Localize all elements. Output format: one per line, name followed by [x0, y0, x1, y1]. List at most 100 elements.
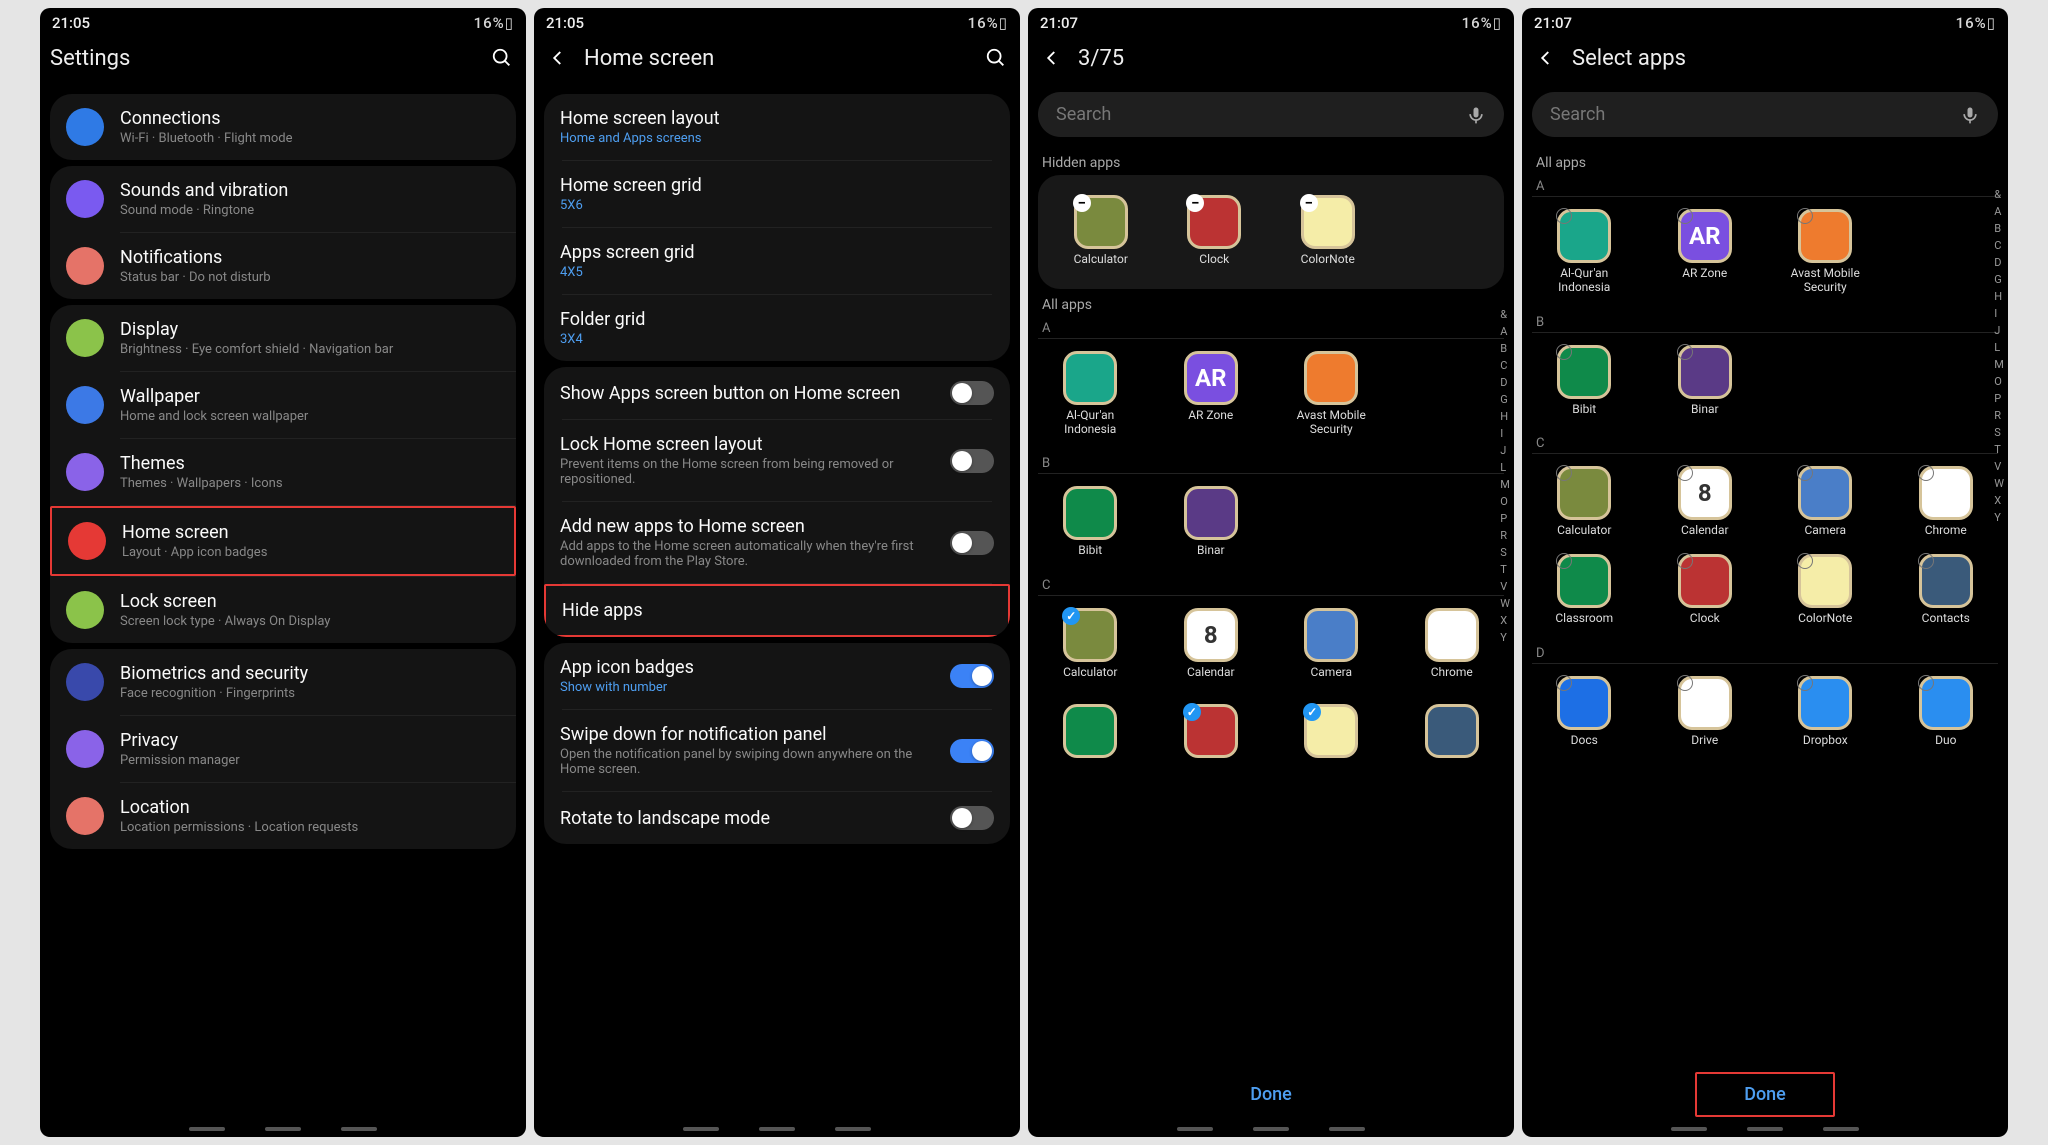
app-camera[interactable]: Camera — [1273, 602, 1390, 686]
app-docs[interactable]: Docs — [1526, 670, 1643, 754]
settings-row-sounds-and-vibration[interactable]: Sounds and vibration Sound mode · Ringto… — [50, 166, 516, 232]
app-colornote[interactable]: − ColorNote — [1273, 189, 1383, 273]
select-circle[interactable] — [1556, 465, 1572, 481]
select-circle[interactable] — [1556, 208, 1572, 224]
back-button[interactable] — [1532, 44, 1560, 72]
select-circle[interactable] — [1677, 208, 1693, 224]
hide-apps-body[interactable]: Hidden apps− Calculator− Clock− ColorNot… — [1028, 147, 1514, 1068]
app-avast-mobile-security[interactable]: Avast Mobile Security — [1273, 345, 1390, 443]
index-letter[interactable]: D — [1500, 376, 1510, 389]
index-letter[interactable]: X — [1500, 614, 1510, 627]
app-duo[interactable]: Duo — [1888, 670, 2005, 754]
index-letter[interactable]: T — [1500, 563, 1510, 576]
index-letter[interactable]: S — [1994, 426, 2004, 439]
index-letter[interactable]: M — [1500, 478, 1510, 491]
index-letter[interactable]: R — [1500, 529, 1510, 542]
app-clock[interactable]: Clock — [1647, 548, 1764, 632]
home-row-apps-screen-grid[interactable]: Apps screen grid4X5 — [544, 228, 1010, 294]
index-letter[interactable]: P — [1994, 392, 2004, 405]
home-row-hide-apps[interactable]: Hide apps — [544, 584, 1010, 637]
app-drive[interactable]: Drive — [1647, 670, 1764, 754]
select-circle[interactable] — [1797, 465, 1813, 481]
back-button[interactable] — [544, 44, 572, 72]
app-colornote[interactable]: ColorNote — [1767, 548, 1884, 632]
index-letter[interactable]: S — [1500, 546, 1510, 559]
settings-row-wallpaper[interactable]: Wallpaper Home and lock screen wallpaper — [50, 372, 516, 438]
index-letter[interactable]: C — [1994, 239, 2004, 252]
app-calendar[interactable]: 8 Calendar — [1647, 460, 1764, 544]
index-letter[interactable]: G — [1994, 273, 2004, 286]
app-classroom[interactable]: Classroom — [1526, 548, 1643, 632]
settings-row-home-screen[interactable]: Home screen Layout · App icon badges — [50, 506, 516, 576]
select-circle[interactable] — [1918, 675, 1934, 691]
index-letter[interactable]: A — [1500, 325, 1510, 338]
mic-icon[interactable] — [1960, 105, 1980, 125]
home-row-lock-home-screen-layout[interactable]: Lock Home screen layoutPrevent items on … — [544, 420, 1010, 501]
app-clock[interactable]: − Clock — [1160, 189, 1270, 273]
select-circle[interactable] — [1677, 344, 1693, 360]
app-item[interactable]: ✓ — [1273, 698, 1390, 768]
index-letter[interactable]: H — [1994, 290, 2004, 303]
select-circle[interactable] — [1918, 465, 1934, 481]
index-letter[interactable]: L — [1994, 341, 2004, 354]
settings-row-connections[interactable]: Connections Wi-Fi · Bluetooth · Flight m… — [50, 94, 516, 160]
app-al-qur-an-indonesia[interactable]: Al-Qur'an Indonesia — [1526, 203, 1643, 301]
home-row-home-screen-layout[interactable]: Home screen layoutHome and Apps screens — [544, 94, 1010, 160]
search-icon[interactable] — [982, 44, 1010, 72]
index-letter[interactable]: B — [1500, 342, 1510, 355]
search-icon[interactable] — [488, 44, 516, 72]
app-item[interactable] — [1032, 698, 1149, 768]
app-dropbox[interactable]: Dropbox — [1767, 670, 1884, 754]
toggle[interactable] — [950, 449, 994, 473]
settings-row-biometrics-and-security[interactable]: Biometrics and security Face recognition… — [50, 649, 516, 715]
home-row-app-icon-badges[interactable]: App icon badgesShow with number — [544, 643, 1010, 709]
index-letter[interactable]: V — [1994, 460, 2004, 473]
app-calculator[interactable]: − Calculator — [1046, 189, 1156, 273]
alpha-index[interactable]: &ABCDGHIJLMOPRSTVWXY — [1500, 308, 1510, 644]
index-letter[interactable]: J — [1500, 444, 1510, 457]
select-circle[interactable] — [1556, 553, 1572, 569]
select-circle[interactable] — [1556, 675, 1572, 691]
done-button[interactable]: Done — [1028, 1068, 1514, 1123]
index-letter[interactable]: V — [1500, 580, 1510, 593]
search-input[interactable]: Search — [1038, 92, 1504, 137]
index-letter[interactable]: I — [1500, 427, 1510, 440]
settings-row-display[interactable]: Display Brightness · Eye comfort shield … — [50, 305, 516, 371]
app-bibit[interactable]: Bibit — [1526, 339, 1643, 423]
done-button[interactable]: Done — [1697, 1074, 1833, 1115]
settings-row-privacy[interactable]: Privacy Permission manager — [50, 716, 516, 782]
settings-row-notifications[interactable]: Notifications Status bar · Do not distur… — [50, 233, 516, 299]
home-row-swipe-down-for-notification-panel[interactable]: Swipe down for notification panelOpen th… — [544, 710, 1010, 791]
index-letter[interactable]: M — [1994, 358, 2004, 371]
app-ar-zone[interactable]: AR AR Zone — [1153, 345, 1270, 443]
app-chrome[interactable]: Chrome — [1394, 602, 1511, 686]
index-letter[interactable]: D — [1994, 256, 2004, 269]
back-button[interactable] — [1038, 44, 1066, 72]
app-item[interactable] — [1394, 698, 1511, 768]
index-letter[interactable]: G — [1500, 393, 1510, 406]
toggle[interactable] — [950, 531, 994, 555]
select-apps-body[interactable]: All appsA Al-Qur'an IndonesiaAR AR Zone … — [1522, 147, 2008, 1064]
home-row-add-new-apps-to-home-screen[interactable]: Add new apps to Home screenAdd apps to t… — [544, 502, 1010, 583]
index-letter[interactable]: J — [1994, 324, 2004, 337]
index-letter[interactable]: Y — [1994, 511, 2004, 524]
app-calculator[interactable]: ✓ Calculator — [1032, 602, 1149, 686]
search-input[interactable]: Search — [1532, 92, 1998, 137]
toggle[interactable] — [950, 664, 994, 688]
select-circle[interactable] — [1797, 675, 1813, 691]
index-letter[interactable]: B — [1994, 222, 2004, 235]
select-circle[interactable] — [1797, 553, 1813, 569]
index-letter[interactable]: & — [1500, 308, 1510, 321]
settings-list[interactable]: Connections Wi-Fi · Bluetooth · Flight m… — [40, 88, 526, 1123]
home-row-folder-grid[interactable]: Folder grid3X4 — [544, 295, 1010, 361]
mic-icon[interactable] — [1466, 105, 1486, 125]
select-circle[interactable] — [1556, 344, 1572, 360]
index-letter[interactable]: I — [1994, 307, 2004, 320]
select-circle[interactable] — [1677, 553, 1693, 569]
settings-row-themes[interactable]: Themes Themes · Wallpapers · Icons — [50, 439, 516, 505]
index-letter[interactable]: C — [1500, 359, 1510, 372]
index-letter[interactable]: P — [1500, 512, 1510, 525]
app-camera[interactable]: Camera — [1767, 460, 1884, 544]
app-bibit[interactable]: Bibit — [1032, 480, 1149, 564]
select-circle[interactable] — [1797, 208, 1813, 224]
